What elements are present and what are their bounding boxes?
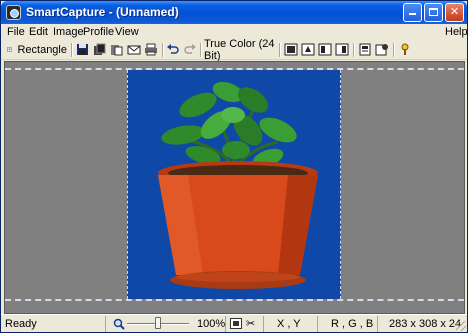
flip-icon bbox=[318, 43, 332, 56]
resize-button[interactable] bbox=[283, 41, 299, 58]
help-icon bbox=[401, 43, 409, 55]
undo-icon bbox=[167, 44, 179, 54]
paste-icon bbox=[111, 45, 123, 56]
fit-window-icon[interactable] bbox=[230, 318, 242, 329]
menu-file[interactable]: File bbox=[7, 26, 25, 38]
redo-button[interactable] bbox=[182, 41, 198, 58]
menu-view[interactable]: View bbox=[115, 26, 139, 38]
zoom-icon[interactable] bbox=[113, 318, 125, 330]
capture-mode-button[interactable]: Rectangle bbox=[7, 41, 67, 58]
toolbar-separator bbox=[71, 43, 73, 57]
save-button[interactable] bbox=[75, 41, 91, 58]
properties-icon bbox=[359, 43, 371, 56]
settings-icon bbox=[375, 44, 388, 56]
menu-help[interactable]: Help bbox=[445, 26, 468, 38]
copy-button[interactable] bbox=[92, 41, 108, 58]
toolbar-separator bbox=[353, 43, 355, 57]
app-window: SmartCapture - (Unnamed) ✕ File Edit Ima… bbox=[0, 0, 468, 333]
crop-button[interactable] bbox=[300, 41, 316, 58]
zoom-slider-thumb[interactable] bbox=[155, 317, 161, 329]
status-divider bbox=[263, 316, 264, 332]
scissors-icon[interactable]: ✂ bbox=[246, 317, 255, 330]
save-icon bbox=[77, 44, 88, 55]
help-button[interactable] bbox=[397, 41, 413, 58]
minimize-button[interactable] bbox=[403, 3, 422, 22]
rotate-button[interactable] bbox=[334, 41, 350, 58]
selection-border-bottom bbox=[5, 299, 464, 301]
close-button[interactable]: ✕ bbox=[445, 3, 464, 22]
properties-button[interactable] bbox=[357, 41, 373, 58]
email-button[interactable] bbox=[126, 41, 142, 58]
title-bar[interactable]: SmartCapture - (Unnamed) ✕ bbox=[1, 1, 467, 24]
capture-rectangle-icon bbox=[7, 47, 12, 52]
email-icon bbox=[127, 45, 141, 55]
zoom-level: 100% bbox=[197, 318, 226, 330]
print-icon bbox=[145, 43, 157, 56]
minimize-icon bbox=[409, 13, 416, 15]
status-divider bbox=[317, 316, 318, 332]
status-divider bbox=[105, 316, 106, 332]
status-bar: Ready 100% ✂ X , Y R , G , B 283 x 308 x… bbox=[1, 314, 467, 332]
maximize-icon bbox=[429, 8, 438, 16]
resize-grip[interactable] bbox=[456, 321, 466, 331]
toolbar: Rectangle True Color (24 Bit) bbox=[1, 38, 467, 62]
window-title: SmartCapture - (Unnamed) bbox=[26, 5, 179, 19]
app-camera-icon[interactable] bbox=[6, 5, 21, 20]
flip-button[interactable] bbox=[317, 41, 333, 58]
color-mode-label: True Color (24 Bit) bbox=[204, 37, 275, 62]
cursor-coords: X , Y bbox=[277, 318, 301, 330]
redo-icon bbox=[184, 44, 196, 54]
potted-plant-image bbox=[158, 81, 318, 289]
image-dimensions: 283 x 308 x 24 bbox=[389, 318, 462, 330]
status-text: Ready bbox=[5, 318, 37, 330]
menu-image[interactable]: Image bbox=[53, 26, 84, 38]
color-mode-button[interactable]: True Color (24 Bit) bbox=[204, 38, 276, 62]
menu-edit[interactable]: Edit bbox=[29, 26, 48, 38]
status-divider bbox=[225, 316, 226, 332]
toolbar-separator bbox=[162, 43, 164, 57]
toolbar-separator bbox=[279, 43, 281, 57]
image-canvas[interactable] bbox=[4, 61, 465, 314]
captured-image bbox=[127, 70, 341, 299]
status-divider bbox=[377, 316, 378, 332]
undo-button[interactable] bbox=[165, 41, 181, 58]
paste-button[interactable] bbox=[109, 41, 125, 58]
settings-button[interactable] bbox=[374, 41, 390, 58]
pixel-color: R , G , B bbox=[331, 318, 374, 330]
capture-mode-label: Rectangle bbox=[17, 43, 67, 56]
print-button[interactable] bbox=[143, 41, 159, 58]
close-icon: ✕ bbox=[449, 6, 460, 18]
crop-icon bbox=[301, 43, 315, 56]
toolbar-separator bbox=[200, 43, 202, 57]
resize-icon bbox=[284, 43, 298, 56]
rotate-icon bbox=[335, 43, 349, 56]
toolbar-separator bbox=[393, 43, 395, 57]
menu-profile[interactable]: Profile bbox=[83, 26, 114, 38]
copy-icon bbox=[94, 43, 106, 55]
maximize-button[interactable] bbox=[424, 3, 443, 22]
